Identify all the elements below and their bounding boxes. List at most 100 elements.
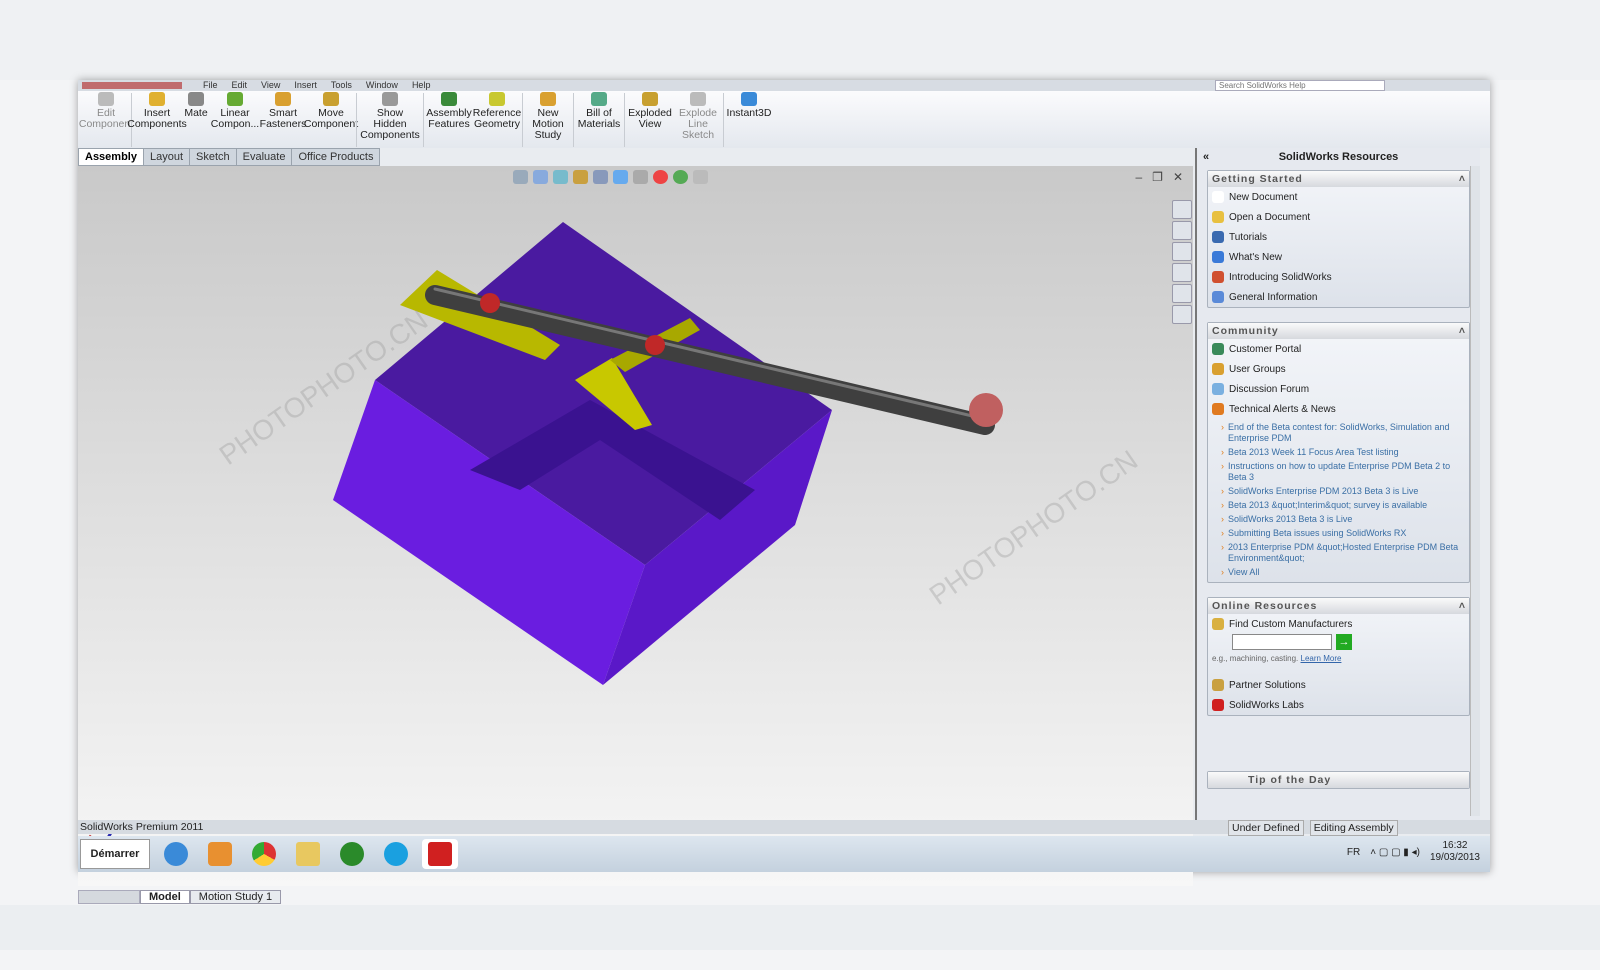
bottom-tabs: Model Motion Study 1 <box>78 890 282 904</box>
link-technical-alerts-news[interactable]: Technical Alerts & News <box>1208 399 1469 419</box>
link-user-groups[interactable]: User Groups <box>1208 359 1469 379</box>
news-link[interactable]: SolidWorks Enterprise PDM 2013 Beta 3 is… <box>1221 486 1469 497</box>
smart-fasteners-button[interactable]: Smart Fasteners <box>259 91 307 131</box>
tab-sketch[interactable]: Sketch <box>189 148 237 166</box>
link-what-s-new[interactable]: What's New <box>1208 247 1469 267</box>
link-tutorials[interactable]: Tutorials <box>1208 227 1469 247</box>
language-indicator[interactable]: FR <box>1347 847 1360 858</box>
tab-assembly[interactable]: Assembly <box>78 148 144 166</box>
news-link[interactable]: 2013 Enterprise PDM &quot;Hosted Enterpr… <box>1221 542 1469 564</box>
file-explorer-icon[interactable] <box>1172 242 1192 261</box>
button-label: Linear Compon... <box>210 107 260 130</box>
solidworks-window: File Edit View Insert Tools Window Help Edit C… <box>78 80 1490 904</box>
view-palette-icon[interactable] <box>1172 263 1192 282</box>
manufacturer-search-input[interactable] <box>1232 634 1332 650</box>
chrome-icon[interactable] <box>246 839 282 869</box>
new-motion-study-button[interactable]: New Motion Study <box>524 91 572 142</box>
news-link[interactable]: Beta 2013 &quot;Interim&quot; survey is … <box>1221 500 1469 511</box>
link-discussion-forum[interactable]: Discussion Forum <box>1208 379 1469 399</box>
smart-fasteners-icon <box>275 92 291 106</box>
button-label: Bill of Materials <box>577 107 621 130</box>
graphics-viewport[interactable]: – ❐ ✕ PHOTOPHOTO.CN PHOTOPHOTO.CN Model … <box>78 166 1193 904</box>
bill-of-materials-button[interactable]: Bill of Materials <box>575 91 623 131</box>
custom-properties-icon[interactable] <box>1172 305 1192 324</box>
link-new-document[interactable]: New Document <box>1208 187 1469 207</box>
menu-window[interactable]: Window <box>366 80 398 91</box>
link-open-a-document[interactable]: Open a Document <box>1208 207 1469 227</box>
menu-tools[interactable]: Tools <box>331 80 352 91</box>
section-title: Getting Started <box>1212 173 1303 185</box>
collapse-section-icon[interactable]: ˄ <box>1459 598 1465 614</box>
collapse-icon[interactable]: « <box>1203 148 1209 166</box>
tab-motion-study[interactable]: Motion Study 1 <box>189 890 282 904</box>
help-search-input[interactable] <box>1215 80 1385 91</box>
menu-view[interactable]: View <box>261 80 280 91</box>
view-all-link[interactable]: View All <box>1221 567 1469 578</box>
instant3d-button[interactable]: Instant3D <box>725 91 773 120</box>
design-library-icon[interactable] <box>1172 221 1192 240</box>
edit-component-icon <box>98 92 114 106</box>
search-hint: e.g., machining, casting. <box>1212 654 1299 663</box>
new-document-icon <box>1212 191 1224 203</box>
solidworks-resources-panel: « SolidWorks Resources Getting Started ˄ N… <box>1195 148 1480 820</box>
home-icon[interactable] <box>1172 200 1192 219</box>
tab-model[interactable]: Model <box>140 890 190 904</box>
media-player-icon[interactable] <box>202 839 238 869</box>
tray-icons[interactable]: ˄ ▢ ▢ ▮ ◂) <box>1370 847 1420 858</box>
exploded-view-button[interactable]: Exploded View <box>626 91 674 131</box>
technical-alerts-news-icon <box>1212 403 1224 415</box>
community-section: Community ˄ Customer Portal User Groups Dis… <box>1207 322 1470 583</box>
button-label: Exploded View <box>628 107 672 130</box>
go-arrow-icon[interactable]: → <box>1336 634 1352 650</box>
section-title: Community <box>1212 325 1279 337</box>
time: 16:32 <box>1442 840 1468 851</box>
edit-component-button[interactable]: Edit Component <box>79 91 133 131</box>
skype-icon[interactable] <box>378 839 414 869</box>
explode-line-sketch-button[interactable]: Explode Line Sketch <box>674 91 722 142</box>
status-app-name: SolidWorks Premium 2011 <box>80 821 204 833</box>
menu-help[interactable]: Help <box>412 80 431 91</box>
introducing-solidworks-icon <box>1212 271 1224 283</box>
internet-explorer-icon[interactable] <box>158 839 194 869</box>
link-introducing-solidworks[interactable]: Introducing SolidWorks <box>1208 267 1469 287</box>
learn-more-link[interactable]: Learn More <box>1301 654 1342 663</box>
appearances-icon[interactable] <box>1172 284 1192 303</box>
assembly-features-button[interactable]: Assembly Features <box>425 91 473 131</box>
insert-components-button[interactable]: Insert Components <box>127 91 187 131</box>
menu-edit[interactable]: Edit <box>232 80 248 91</box>
assembly-model[interactable]: PHOTOPHOTO.CN PHOTOPHOTO.CN <box>78 166 1193 886</box>
link-general-information[interactable]: General Information <box>1208 287 1469 307</box>
link-customer-portal[interactable]: Customer Portal <box>1208 339 1469 359</box>
mate-button[interactable]: Mate <box>181 91 211 120</box>
collapse-section-icon[interactable]: ˄ <box>1459 323 1465 339</box>
link-solidworks-labs[interactable]: SolidWorks Labs <box>1208 695 1469 715</box>
tab-office-products[interactable]: Office Products <box>291 148 381 166</box>
news-link[interactable]: Submitting Beta issues using SolidWorks … <box>1221 528 1469 539</box>
move-component-icon <box>323 92 339 106</box>
file-explorer-icon[interactable] <box>290 839 326 869</box>
move-component-button[interactable]: Move Component <box>304 91 358 131</box>
reference-geometry-button[interactable]: Reference Geometry <box>473 91 521 131</box>
news-link[interactable]: End of the Beta contest for: SolidWorks,… <box>1221 422 1469 444</box>
explode-line-icon <box>690 92 706 106</box>
utorrent-icon[interactable] <box>334 839 370 869</box>
panel-scrollbar[interactable] <box>1470 166 1480 816</box>
tab-evaluate[interactable]: Evaluate <box>235 148 293 166</box>
menu-file[interactable]: File <box>203 80 218 91</box>
tab-scroll-arrows[interactable] <box>78 890 140 904</box>
linear-compon-button[interactable]: Linear Compon... <box>211 91 259 131</box>
collapse-section-icon[interactable]: ˄ <box>1459 171 1465 187</box>
start-button[interactable]: Démarrer <box>80 839 150 869</box>
section-title[interactable]: Tip of the Day <box>1208 772 1469 788</box>
menu-insert[interactable]: Insert <box>294 80 317 91</box>
show-hidden-components-button[interactable]: Show Hidden Components <box>358 91 422 142</box>
end-ball <box>969 393 1003 427</box>
link-partner-solutions[interactable]: Partner Solutions <box>1208 675 1469 695</box>
clock[interactable]: 16:32 19/03/2013 <box>1430 840 1480 864</box>
tab-layout[interactable]: Layout <box>142 148 191 166</box>
news-link[interactable]: Instructions on how to update Enterprise… <box>1221 461 1469 483</box>
solidworks-labs-icon <box>1212 699 1224 711</box>
news-link[interactable]: Beta 2013 Week 11 Focus Area Test listin… <box>1221 447 1469 458</box>
news-link[interactable]: SolidWorks 2013 Beta 3 is Live <box>1221 514 1469 525</box>
solidworks-taskbar-icon[interactable] <box>422 839 458 869</box>
